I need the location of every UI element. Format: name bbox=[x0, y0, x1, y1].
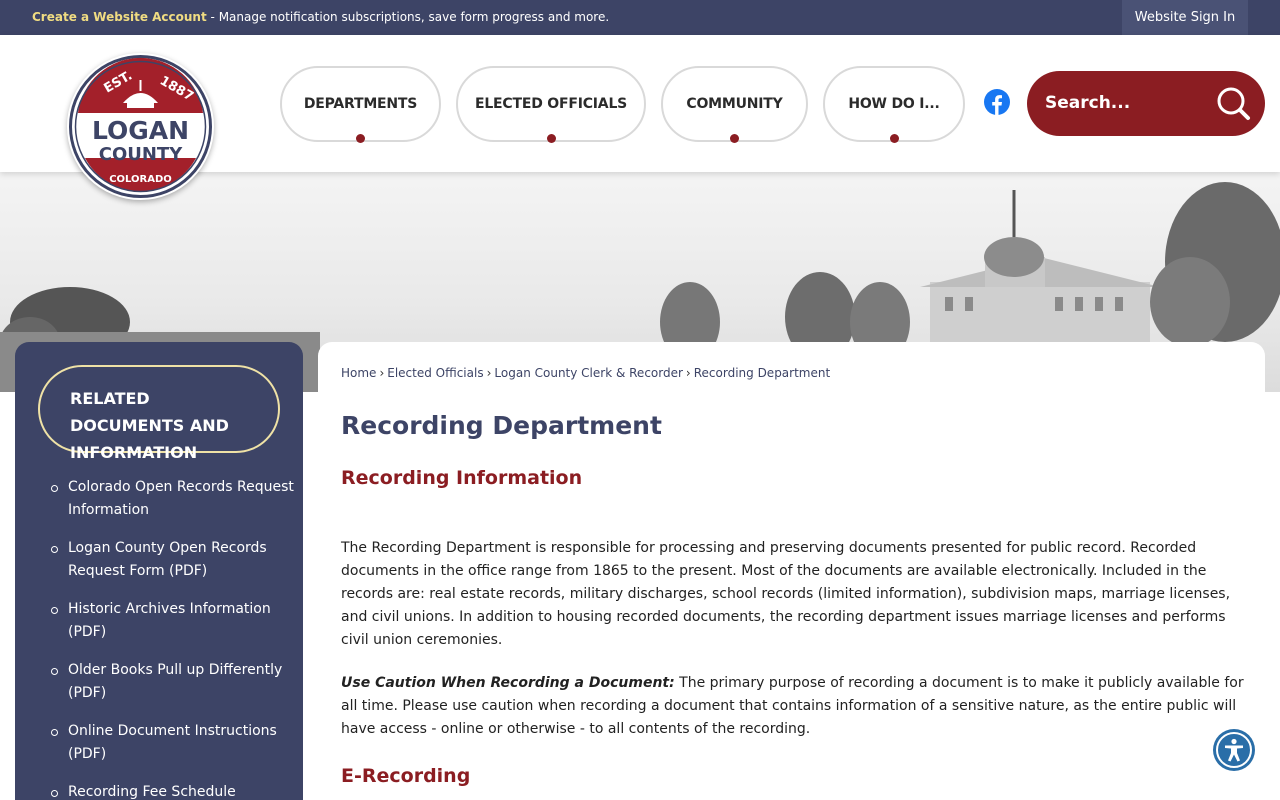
related-documents-heading-box: RELATED DOCUMENTS AND INFORMATION bbox=[38, 365, 280, 462]
account-notice: Create a Website Account - Manage notifi… bbox=[32, 10, 609, 25]
nav-indicator-dot bbox=[356, 134, 365, 143]
nav-elected-officials-label: ELECTED OFFICIALS bbox=[474, 96, 628, 112]
breadcrumb-recording-department[interactable]: Recording Department bbox=[694, 366, 830, 380]
logo-seal-icon: EST. 1887 LOGAN COUNTY COLORADO bbox=[68, 54, 213, 199]
logan-county-logo[interactable]: EST. 1887 LOGAN COUNTY COLORADO bbox=[67, 53, 214, 200]
recording-description-paragraph: The Recording Department is responsible … bbox=[341, 540, 1231, 648]
breadcrumb-separator: › bbox=[486, 366, 492, 380]
nav-how-do-i-label: HOW DO I... bbox=[848, 96, 940, 112]
nav-elected-officials[interactable]: ELECTED OFFICIALS bbox=[456, 66, 646, 143]
nav-departments[interactable]: DEPARTMENTS bbox=[280, 66, 441, 143]
sidebar: RELATED DOCUMENTS AND INFORMATION Colora… bbox=[15, 342, 303, 800]
nav-departments-label: DEPARTMENTS bbox=[303, 96, 418, 112]
nav-indicator-dot bbox=[889, 134, 899, 143]
top-bar: Create a Website Account - Manage notifi… bbox=[0, 0, 1280, 35]
search-box bbox=[1027, 71, 1265, 136]
logo-logan-text: LOGAN bbox=[92, 116, 189, 145]
breadcrumb: Home › Elected Officials › Logan County Cler… bbox=[341, 366, 830, 380]
nav-how-do-i[interactable]: HOW DO I... bbox=[823, 66, 965, 143]
nav-community[interactable]: COMMUNITY bbox=[661, 66, 808, 143]
sidebar-item-colorado-open-records[interactable]: Colorado Open Records Request Informatio… bbox=[45, 476, 295, 522]
nav-indicator-dot bbox=[546, 134, 556, 143]
sidebar-item-recording-fee-schedule[interactable]: Recording Fee Schedule bbox=[45, 781, 295, 800]
main-content: Home › Elected Officials › Logan County Cler… bbox=[318, 342, 1265, 800]
logo-state-text: COLORADO bbox=[109, 174, 172, 185]
search-input[interactable] bbox=[1045, 87, 1205, 119]
breadcrumb-separator: › bbox=[379, 366, 385, 380]
create-account-link[interactable]: Create a Website Account bbox=[32, 10, 207, 24]
facebook-icon[interactable] bbox=[984, 89, 1010, 115]
breadcrumb-separator: › bbox=[685, 366, 691, 380]
caution-label: Use Caution When Recording a Document: bbox=[341, 675, 675, 691]
breadcrumb-home[interactable]: Home bbox=[341, 366, 376, 380]
logo-county-text: COUNTY bbox=[99, 144, 183, 165]
page-title: Recording Department bbox=[341, 411, 662, 440]
nav-community-label: COMMUNITY bbox=[686, 96, 783, 112]
sidebar-item-open-records-form[interactable]: Logan County Open Records Request Form (… bbox=[45, 537, 295, 583]
accessibility-button[interactable] bbox=[1213, 729, 1255, 771]
breadcrumb-elected-officials[interactable]: Elected Officials bbox=[387, 366, 483, 380]
related-documents-list: Colorado Open Records Request Informatio… bbox=[45, 476, 295, 800]
related-documents-title: RELATED DOCUMENTS AND INFORMATION bbox=[70, 389, 229, 462]
account-description: - Manage notification subscriptions, sav… bbox=[210, 10, 610, 24]
caution-paragraph: Use Caution When Recording a Document: T… bbox=[341, 672, 1246, 741]
accessibility-icon bbox=[1216, 732, 1252, 768]
nav-indicator-dot bbox=[730, 134, 739, 143]
search-icon[interactable] bbox=[1215, 85, 1251, 121]
sidebar-item-older-books[interactable]: Older Books Pull up Differently (PDF) bbox=[45, 659, 295, 705]
sidebar-item-historic-archives[interactable]: Historic Archives Information (PDF) bbox=[45, 598, 295, 644]
website-sign-in-button[interactable]: Website Sign In bbox=[1122, 0, 1248, 35]
recording-information-heading: Recording Information bbox=[341, 467, 583, 489]
breadcrumb-clerk-recorder[interactable]: Logan County Clerk & Recorder bbox=[494, 366, 683, 380]
sidebar-item-online-document-instructions[interactable]: Online Document Instructions (PDF) bbox=[45, 720, 295, 766]
e-recording-heading: E-Recording bbox=[341, 765, 471, 787]
